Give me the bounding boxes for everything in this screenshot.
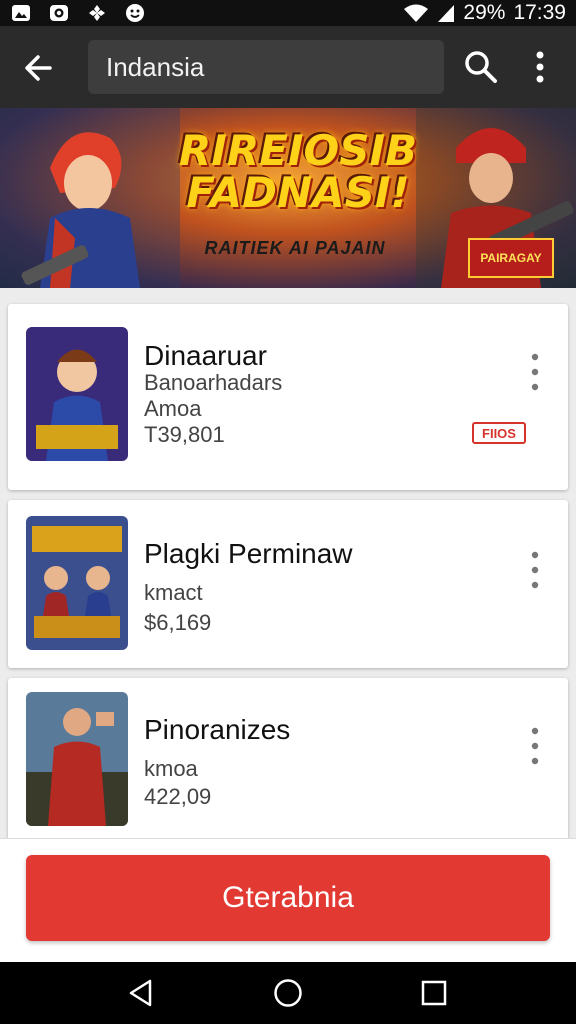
- result-title: Plagki Perminaw: [144, 538, 353, 569]
- camera-notification-icon: [50, 5, 68, 21]
- smiley-notification-icon: [126, 4, 144, 22]
- more-options-icon[interactable]: [528, 550, 542, 590]
- game-thumbnail: [26, 327, 128, 461]
- result-title: Pinoranizes: [144, 714, 291, 745]
- result-card[interactable]: Plagki Perminaw kmact $6,169: [8, 500, 568, 668]
- result-category: Amoa: [144, 396, 202, 421]
- result-card[interactable]: Pinoranizes kmoa 422,09: [8, 678, 568, 848]
- result-tag: FIIOS: [472, 422, 526, 444]
- promo-banner[interactable]: RIREIOSIB FADNASI! RAITIEK AI PAJAIN PAI…: [0, 108, 576, 288]
- search-icon[interactable]: [462, 48, 500, 86]
- more-options-icon[interactable]: [528, 726, 542, 766]
- result-title: Dinaaruar: [144, 340, 267, 371]
- app-bar: Indansia: [0, 26, 576, 108]
- nav-recents-icon[interactable]: [418, 977, 450, 1009]
- result-category: kmact: [144, 580, 203, 605]
- overflow-menu-icon[interactable]: [524, 48, 556, 86]
- result-count: T39,801: [144, 422, 225, 447]
- more-options-icon[interactable]: [528, 352, 542, 392]
- banner-heroine-illustration: [0, 108, 180, 288]
- search-field[interactable]: Indansia: [88, 40, 444, 94]
- status-bar: 29% 17:39: [0, 0, 576, 26]
- result-count: 422,09: [144, 784, 212, 809]
- gamepad-notification-icon: [89, 5, 105, 21]
- wifi-icon: [404, 4, 429, 22]
- nav-back-icon[interactable]: [126, 977, 158, 1009]
- banner-subtitle: RAITIEK AI PAJAIN: [204, 238, 386, 258]
- banner-badge: PAIRAGAY: [468, 238, 554, 278]
- signal-icon: [438, 5, 455, 22]
- gallery-notification-icon: [12, 5, 30, 21]
- bottom-action-area: Gterabnia: [0, 838, 576, 963]
- search-query: Indansia: [106, 52, 205, 82]
- clock: 17:39: [513, 1, 566, 24]
- game-thumbnail: [26, 516, 128, 650]
- system-nav-bar: [0, 962, 576, 1024]
- game-thumbnail: [26, 692, 128, 826]
- nav-home-icon[interactable]: [272, 977, 304, 1009]
- back-arrow-icon[interactable]: [18, 48, 58, 88]
- banner-title: RIREIOSIB FADNASI!: [178, 126, 418, 217]
- battery-level: 29%: [463, 1, 506, 24]
- result-count: $6,169: [144, 610, 212, 635]
- result-category: kmoa: [144, 756, 198, 781]
- primary-action-button[interactable]: Gterabnia: [26, 855, 550, 941]
- result-developer: Banoarhadars: [144, 370, 283, 395]
- result-card[interactable]: Dinaaruar Banoarhadars Amoa T39,801 FIIO…: [8, 304, 568, 490]
